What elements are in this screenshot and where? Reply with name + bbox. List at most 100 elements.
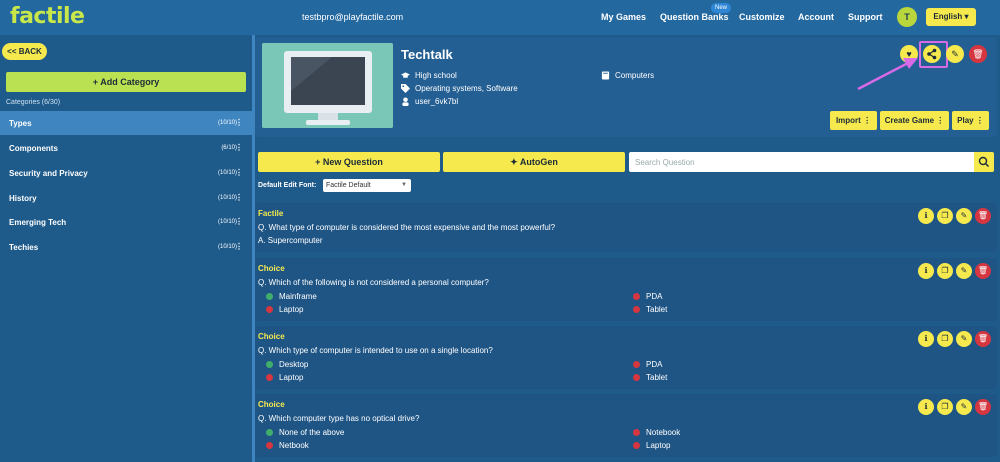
question-card[interactable]: Choice Q. Which type of computer is inte… xyxy=(255,326,997,389)
trash-icon: 🗑 xyxy=(972,49,984,59)
search-input[interactable] xyxy=(629,152,974,172)
meta-level: High school xyxy=(401,71,457,80)
default-font-label: Default Edit Font: xyxy=(258,182,317,189)
autogen-label: AutoGen xyxy=(519,157,558,167)
edit-question-button[interactable]: ✎ xyxy=(956,263,972,279)
info-icon: ℹ xyxy=(924,334,928,343)
nav-question-banks[interactable]: Question Banks xyxy=(660,12,729,22)
search-button[interactable] xyxy=(974,152,994,172)
category-name: Emerging Tech xyxy=(9,218,67,227)
incorrect-dot xyxy=(633,442,640,449)
kebab-menu-icon[interactable]: ⋮ xyxy=(235,143,243,152)
question-type: Choice xyxy=(258,264,285,273)
incorrect-dot xyxy=(633,306,640,313)
import-button[interactable]: Import ⋮ xyxy=(830,111,877,130)
question-actions: ℹ ❐ ✎ 🗑 xyxy=(918,263,991,279)
language-dropdown[interactable]: English ▾ xyxy=(926,8,976,26)
delete-question-button[interactable]: 🗑 xyxy=(975,399,991,415)
category-name: History xyxy=(9,194,37,203)
avatar[interactable]: T xyxy=(897,7,917,27)
question-card[interactable]: Factile Q. What type of computer is cons… xyxy=(255,203,997,252)
incorrect-dot xyxy=(266,374,273,381)
new-question-button[interactable]: + New Question xyxy=(258,152,440,172)
incorrect-dot xyxy=(633,374,640,381)
categories-count: Categories (6/30) xyxy=(6,99,61,106)
create-game-button[interactable]: Create Game ⋮ xyxy=(880,111,949,130)
option-label: Laptop xyxy=(279,305,304,314)
delete-game-button[interactable]: 🗑 xyxy=(969,45,987,63)
category-item-components[interactable]: Components (6/10) ⋮ xyxy=(0,136,252,160)
favorite-button[interactable]: ♥ xyxy=(900,45,918,63)
top-nav: factile testbpro@playfactile.com My Game… xyxy=(0,0,1000,35)
info-button[interactable]: ℹ xyxy=(918,399,934,415)
option-label: PDA xyxy=(646,292,663,301)
edit-question-button[interactable]: ✎ xyxy=(956,399,972,415)
category-item-techies[interactable]: Techies (10/10) ⋮ xyxy=(0,235,252,259)
answer-option: Tablet xyxy=(633,373,667,382)
option-label: Desktop xyxy=(279,360,309,369)
info-button[interactable]: ℹ xyxy=(918,208,934,224)
answer-option: Laptop xyxy=(266,373,303,382)
incorrect-dot xyxy=(633,429,640,436)
correct-dot xyxy=(266,361,273,368)
question-actions: ℹ ❐ ✎ 🗑 xyxy=(918,399,991,415)
chevron-down-icon: ▾ xyxy=(962,12,969,21)
kebab-menu-icon: ⋮ xyxy=(863,116,872,125)
category-item-security[interactable]: Security and Privacy (10/10) ⋮ xyxy=(0,161,252,185)
answer-option: PDA xyxy=(633,292,662,301)
trash-icon: 🗑 xyxy=(977,211,989,220)
autogen-button[interactable]: ✦ AutoGen xyxy=(443,152,625,172)
search-icon xyxy=(978,156,990,168)
back-button[interactable]: << BACK xyxy=(2,43,47,60)
kebab-menu-icon[interactable]: ⋮ xyxy=(235,193,243,202)
nav-my-games[interactable]: My Games xyxy=(601,12,646,22)
nav-customize[interactable]: Customize xyxy=(739,12,785,22)
incorrect-dot xyxy=(633,361,640,368)
nav-account[interactable]: Account xyxy=(798,12,834,22)
info-button[interactable]: ℹ xyxy=(918,331,934,347)
answer-option: Netbook xyxy=(266,441,309,450)
add-category-button[interactable]: + Add Category xyxy=(6,72,246,92)
category-item-types[interactable]: Types (10/10) ⋮ xyxy=(0,111,252,135)
graduation-cap-icon xyxy=(401,72,410,78)
play-label: Play xyxy=(957,116,974,125)
delete-question-button[interactable]: 🗑 xyxy=(975,263,991,279)
delete-question-button[interactable]: 🗑 xyxy=(975,331,991,347)
edit-icon: ✎ xyxy=(960,211,968,220)
app-logo[interactable]: factile xyxy=(10,4,85,29)
edit-question-button[interactable]: ✎ xyxy=(956,331,972,347)
chevron-down-icon: ▼ xyxy=(401,182,407,188)
question-type: Choice xyxy=(258,332,285,341)
duplicate-button[interactable]: ❐ xyxy=(937,399,953,415)
kebab-menu-icon[interactable]: ⋮ xyxy=(235,118,243,127)
option-label: Tablet xyxy=(646,305,668,314)
sidebar: << BACK + Add Category Categories (6/30)… xyxy=(0,35,252,462)
kebab-menu-icon[interactable]: ⋮ xyxy=(235,217,243,226)
game-thumbnail xyxy=(262,43,393,128)
user-icon xyxy=(402,97,409,106)
play-button[interactable]: Play ⋮ xyxy=(952,111,989,130)
duplicate-button[interactable]: ❐ xyxy=(937,208,953,224)
delete-question-button[interactable]: 🗑 xyxy=(975,208,991,224)
edit-question-button[interactable]: ✎ xyxy=(956,208,972,224)
book-icon xyxy=(601,71,610,80)
game-tags: Operating systems, Software xyxy=(415,84,518,93)
duplicate-button[interactable]: ❐ xyxy=(937,331,953,347)
duplicate-button[interactable]: ❐ xyxy=(937,263,953,279)
info-button[interactable]: ℹ xyxy=(918,263,934,279)
share-highlight-box xyxy=(919,41,948,68)
nav-support[interactable]: Support xyxy=(848,12,883,22)
copy-icon: ❐ xyxy=(941,211,949,220)
question-card[interactable]: Choice Q. Which of the following is not … xyxy=(255,258,997,321)
font-select[interactable]: Factile Default ▼ xyxy=(323,179,411,192)
category-item-history[interactable]: History (10/10) ⋮ xyxy=(0,186,252,210)
edit-game-button[interactable]: ✎ xyxy=(946,45,964,63)
kebab-menu-icon[interactable]: ⋮ xyxy=(235,168,243,177)
question-type: Factile xyxy=(258,209,284,218)
meta-author: user_6vk7bl xyxy=(401,97,458,106)
info-icon: ℹ xyxy=(924,402,928,411)
category-item-emerging-tech[interactable]: Emerging Tech (10/10) ⋮ xyxy=(0,210,252,234)
kebab-menu-icon[interactable]: ⋮ xyxy=(235,242,243,251)
question-answer: A. Supercomputer xyxy=(258,236,323,245)
question-card[interactable]: Choice Q. Which computer type has no opt… xyxy=(255,394,997,457)
